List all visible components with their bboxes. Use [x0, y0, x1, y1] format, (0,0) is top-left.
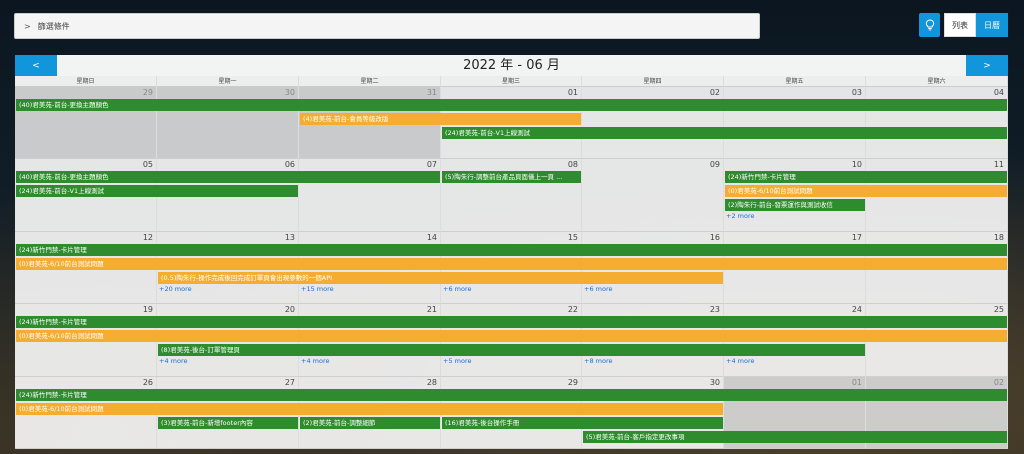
day-cell[interactable]: 02	[582, 87, 724, 159]
more-events-link[interactable]: +4 more	[159, 357, 188, 366]
more-events-link[interactable]: +6 more	[584, 285, 613, 294]
day-number[interactable]: 19	[143, 305, 153, 314]
day-number[interactable]: 18	[994, 233, 1004, 242]
calendar-title: 2022 年 - 06 月	[463, 58, 560, 73]
day-number[interactable]: 07	[427, 160, 437, 169]
day-cell[interactable]: 29	[15, 87, 157, 159]
calendar-event[interactable]: (5)陶朱行-調整前台產品頁面儀上一頁 ...	[442, 171, 581, 183]
calendar-event[interactable]: (24)新竹門禁-卡片管理	[16, 316, 1007, 328]
calendar-event[interactable]: (24)新竹門禁-卡片管理	[16, 389, 1007, 401]
calendar-event[interactable]: (8)君美苑-後台-訂單管理頁	[158, 344, 865, 356]
more-events-link[interactable]: +15 more	[301, 285, 334, 294]
more-events-link[interactable]: +2 more	[726, 212, 755, 221]
weekday-header: 星期五	[724, 76, 866, 87]
day-cell[interactable]: 09	[582, 159, 724, 232]
day-cell[interactable]: 08	[441, 159, 582, 232]
weekday-header: 星期六	[866, 76, 1008, 87]
day-cell[interactable]: 04	[866, 87, 1008, 159]
day-number[interactable]: 11	[994, 160, 1004, 169]
day-number[interactable]: 02	[710, 88, 720, 97]
list-view-button[interactable]: 列表	[944, 13, 976, 37]
prev-month-button[interactable]: <	[15, 55, 57, 76]
day-cell[interactable]: 07	[299, 159, 441, 232]
calendar-event[interactable]: (40)君美苑-前台-更換主題顏色	[16, 99, 1007, 111]
more-events-link[interactable]: +8 more	[584, 357, 613, 366]
day-number[interactable]: 04	[994, 88, 1004, 97]
calendar-header: 2022 年 - 06 月 < >	[15, 55, 1008, 76]
day-number[interactable]: 01	[568, 88, 578, 97]
chevron-right-icon: >	[24, 21, 31, 31]
day-number[interactable]: 16	[710, 233, 720, 242]
day-number[interactable]: 29	[568, 378, 578, 387]
day-number[interactable]: 02	[994, 378, 1004, 387]
day-number[interactable]: 31	[427, 88, 437, 97]
calendar-event[interactable]: (2)陶朱行-前台-發票運作與測試收信	[725, 199, 865, 211]
day-number[interactable]: 25	[994, 305, 1004, 314]
day-number[interactable]: 30	[710, 378, 720, 387]
calendar-event[interactable]: (40)君美苑-前台-更換主題顏色	[16, 171, 440, 183]
lightbulb-icon	[925, 19, 934, 31]
day-number[interactable]: 01	[852, 378, 862, 387]
day-number[interactable]: 14	[427, 233, 437, 242]
next-month-button[interactable]: >	[966, 55, 1008, 76]
day-number[interactable]: 29	[143, 88, 153, 97]
calendar-event[interactable]: (0)君美苑-6/10前台測試問題	[725, 185, 1007, 197]
calendar-event[interactable]: (16)君美苑-後台操作手冊	[442, 417, 723, 429]
day-number[interactable]: 05	[143, 160, 153, 169]
more-events-link[interactable]: +20 more	[159, 285, 192, 294]
filter-label: 篩選條件	[37, 21, 70, 31]
day-number[interactable]: 10	[852, 160, 862, 169]
weekday-header: 星期三	[441, 76, 582, 87]
calendar-event[interactable]: (0.5)陶朱行-操作完成後回完成訂單頁會出現參數的一個API	[158, 272, 723, 284]
day-number[interactable]: 08	[568, 160, 578, 169]
view-toggle: 列表 日曆	[944, 13, 1008, 37]
calendar-event[interactable]: (2)君美苑-前台-調整細節	[300, 417, 440, 429]
calendar-view-button[interactable]: 日曆	[976, 13, 1008, 37]
day-number[interactable]: 17	[852, 233, 862, 242]
calendar-event[interactable]: (4)君美苑-前台-會員等級改版	[300, 113, 581, 125]
day-cell[interactable]: 30	[157, 87, 299, 159]
calendar-event[interactable]: (24)君美苑-前台-V1上線測試	[442, 127, 1007, 139]
more-events-link[interactable]: +4 more	[726, 357, 755, 366]
day-number[interactable]: 22	[568, 305, 578, 314]
calendar: 2022 年 - 06 月 < > 星期日 星期一 星期二 星期三 星期四 星期五 星期六 2…	[15, 55, 1008, 449]
weekday-header: 星期二	[299, 76, 441, 87]
more-events-link[interactable]: +4 more	[301, 357, 330, 366]
more-events-link[interactable]: +5 more	[443, 357, 472, 366]
lightbulb-button[interactable]	[919, 13, 940, 37]
day-number[interactable]: 13	[285, 233, 295, 242]
calendar-event[interactable]: (5)君美苑-前台-客戶指定更改事項	[583, 431, 1007, 443]
day-number[interactable]: 28	[427, 378, 437, 387]
calendar-event[interactable]: (24)新竹門禁-卡片管理	[16, 244, 1007, 256]
day-number[interactable]: 30	[285, 88, 295, 97]
day-number[interactable]: 23	[710, 305, 720, 314]
more-events-link[interactable]: +6 more	[443, 285, 472, 294]
day-number[interactable]: 03	[852, 88, 862, 97]
day-number[interactable]: 06	[285, 160, 295, 169]
weekday-header: 星期一	[157, 76, 299, 87]
calendar-event[interactable]: (0)君美苑-6/10前台測試問題	[16, 258, 1007, 270]
day-number[interactable]: 20	[285, 305, 295, 314]
day-number[interactable]: 15	[568, 233, 578, 242]
filter-bar[interactable]: > 篩選條件	[14, 13, 760, 39]
calendar-event[interactable]: (0)君美苑-6/10前台測試問題	[16, 330, 1007, 342]
day-number[interactable]: 21	[427, 305, 437, 314]
calendar-event[interactable]: (0)君美苑-6/10前台測試問題	[16, 403, 723, 415]
day-number[interactable]: 27	[285, 378, 295, 387]
calendar-event[interactable]: (24)新竹門禁-卡片管理	[725, 171, 1007, 183]
weekday-header: 星期日	[15, 76, 157, 87]
day-number[interactable]: 12	[143, 233, 153, 242]
weekday-header: 星期四	[582, 76, 724, 87]
day-number[interactable]: 24	[852, 305, 862, 314]
day-number[interactable]: 26	[143, 378, 153, 387]
day-number[interactable]: 09	[710, 160, 720, 169]
calendar-event[interactable]: (24)君美苑-前台-V1上線測試	[16, 185, 298, 197]
calendar-event[interactable]: (3)君美苑-前台-新增footer內容	[158, 417, 298, 429]
day-cell[interactable]: 03	[724, 87, 866, 159]
